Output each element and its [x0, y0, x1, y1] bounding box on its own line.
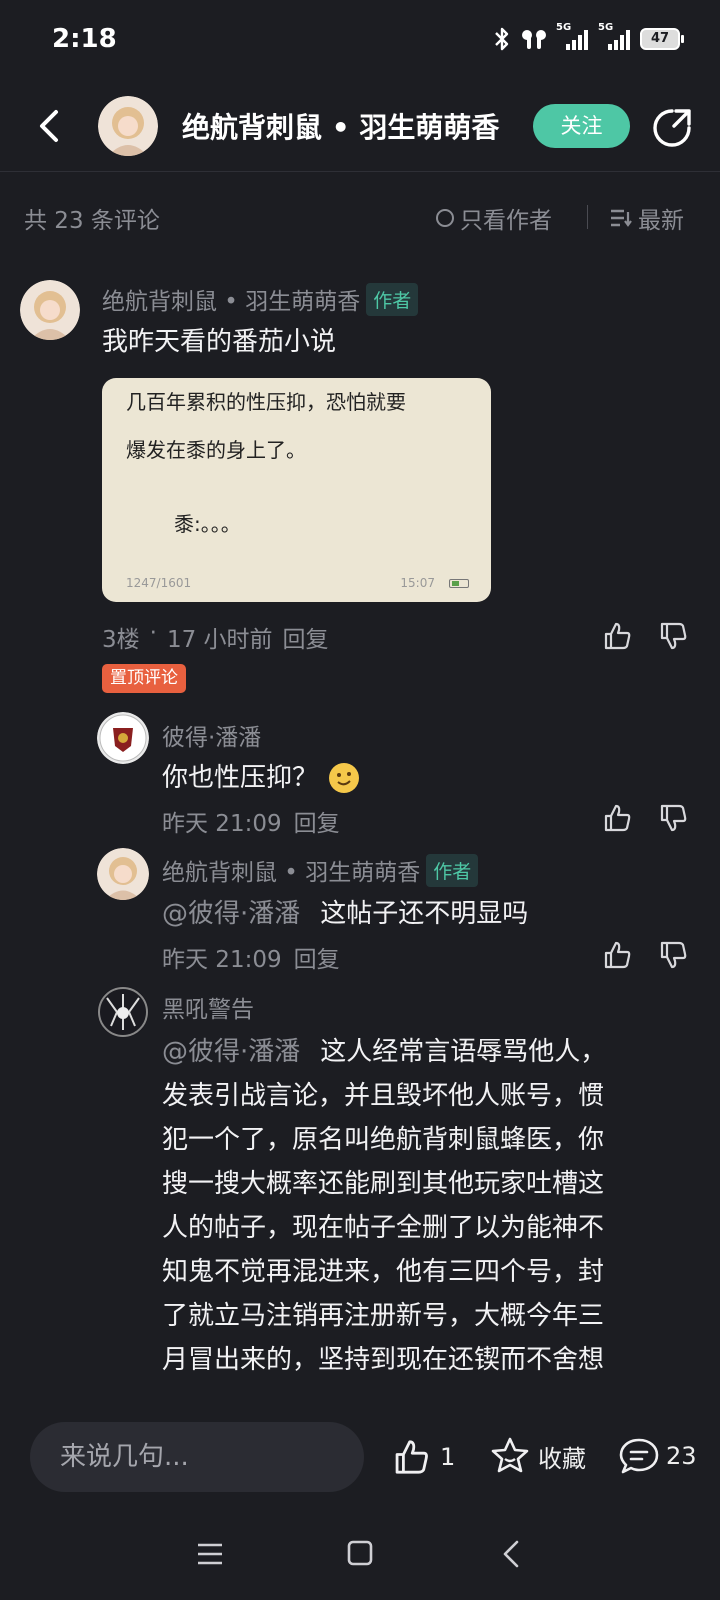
- sort-button[interactable]: 最新: [610, 201, 684, 235]
- follow-button[interactable]: 关注: [533, 104, 630, 148]
- thumbs-down-icon[interactable]: [658, 940, 688, 970]
- image-text-line: 黍:。。。: [174, 512, 241, 536]
- image-page-number: 1247/1601: [126, 576, 192, 590]
- reply-author[interactable]: 彼得·潘潘: [162, 718, 261, 752]
- reply-text-row: 你也性压抑？: [162, 756, 360, 800]
- cell-signal-1: 5G: [556, 22, 590, 52]
- avatar[interactable]: [97, 712, 149, 764]
- reply-text-line: 月冒出来的，坚持到现在还锲而不舍想: [162, 1345, 605, 1375]
- cell-signal-2: 5G: [598, 22, 632, 52]
- avatar[interactable]: [97, 986, 149, 1038]
- filter-divider: [587, 205, 588, 229]
- comment-text: 我昨天看的番茄小说: [102, 327, 337, 357]
- comment-header: 绝航背刺鼠 • 羽生萌萌香 作者: [102, 282, 419, 316]
- page-title: 绝航背刺鼠 • 羽生萌萌香: [182, 111, 500, 144]
- favorite-button[interactable]: 收藏: [490, 1436, 586, 1476]
- battery-icon: 47: [640, 28, 684, 50]
- pinned-badge: 置顶评论: [102, 664, 186, 693]
- meta-dot: ·: [149, 620, 157, 646]
- home-square-icon[interactable]: [346, 1539, 374, 1567]
- reply-text-line: 发表引战言论，并且毁坏他人账号，惯: [162, 1081, 605, 1111]
- earbuds-icon: [522, 30, 546, 49]
- comment-input[interactable]: 来说几句...: [30, 1422, 364, 1492]
- image-text-line: 几百年累积的性压抑，恐怕就要: [126, 390, 406, 414]
- reply-time: 昨天 21:09: [162, 947, 282, 973]
- sort-label: 最新: [638, 208, 684, 234]
- comment-author[interactable]: 绝航背刺鼠 • 羽生萌萌香: [102, 282, 360, 316]
- share-icon[interactable]: [650, 106, 694, 150]
- back-arrow-icon[interactable]: [30, 104, 70, 148]
- only-author-toggle[interactable]: 只看作者: [436, 201, 552, 235]
- reply-author[interactable]: 黑吼警告: [162, 990, 254, 1024]
- reply-text-line: 这人经常言语辱骂他人，: [320, 1037, 607, 1067]
- status-icons: 5G 5G 47: [492, 22, 684, 52]
- avatar[interactable]: [98, 96, 158, 156]
- mention-link[interactable]: @彼得·潘潘: [162, 892, 300, 936]
- thumbs-down-icon[interactable]: [658, 803, 688, 833]
- reply-text: 这帖子还不明显吗: [320, 899, 529, 929]
- bluetooth-icon: [495, 27, 509, 51]
- like-button[interactable]: 1: [392, 1438, 455, 1476]
- favorite-label: 收藏: [538, 1444, 586, 1473]
- reply-text-row: @彼得·潘潘 这帖子还不明显吗: [162, 892, 528, 936]
- thumbs-down-icon[interactable]: [658, 621, 688, 651]
- author-badge: 作者: [366, 282, 419, 316]
- reply-meta: 昨天 21:09 回复: [162, 940, 340, 974]
- smile-emoji-icon: [329, 763, 360, 793]
- like-count: 1: [440, 1443, 456, 1471]
- image-battery-icon: [449, 579, 469, 588]
- reply-button[interactable]: 回复: [294, 940, 340, 974]
- author-badge: 作者: [426, 853, 479, 887]
- reply-text-line: 人的帖子，现在帖子全删了以为能神不: [162, 1213, 605, 1243]
- comment-count: 23: [666, 1442, 697, 1470]
- nav-back-icon[interactable]: [500, 1538, 522, 1570]
- thumbs-up-icon: [395, 1440, 428, 1474]
- menu-icon[interactable]: [196, 1540, 224, 1568]
- reply-text: 你也性压抑？: [162, 763, 319, 793]
- image-clock: 15:07: [400, 576, 435, 590]
- comment-bubble-icon: [619, 1438, 659, 1474]
- floor-number: 3楼: [102, 627, 140, 653]
- reply-text-line: 知鬼不觉再混进来，他有三四个号，封: [162, 1257, 605, 1287]
- reply-button[interactable]: 回复: [294, 804, 340, 838]
- comment-meta: 3楼 · 17 小时前 回复: [102, 620, 329, 654]
- signal-bars-icon: [566, 30, 588, 50]
- avatar[interactable]: [20, 280, 80, 340]
- reply-text-row: @彼得·潘潘 这人经常言语辱骂他人，: [162, 1030, 692, 1074]
- reply-text-line: 犯一个了，原名叫绝航背刺鼠蜂医，你: [162, 1125, 605, 1155]
- reply-meta: 昨天 21:09 回复: [162, 804, 340, 838]
- sort-icon: [611, 209, 632, 227]
- star-icon: [491, 1437, 529, 1473]
- comments-button[interactable]: 23: [618, 1436, 697, 1476]
- radio-circle-icon: [436, 209, 454, 227]
- thumbs-up-icon[interactable]: [602, 621, 632, 651]
- thumbs-up-icon[interactable]: [602, 940, 632, 970]
- signal-bars-icon: [608, 30, 630, 50]
- image-text-line: 爆发在黍的身上了。: [126, 438, 306, 462]
- mention-link[interactable]: @彼得·潘潘: [162, 1030, 300, 1074]
- reply-text-line: 了就立马注销再注册新号，大概今年三: [162, 1301, 605, 1331]
- header-divider: [0, 171, 720, 172]
- reply-author[interactable]: 绝航背刺鼠 • 羽生萌萌香: [162, 853, 420, 887]
- only-author-label: 只看作者: [460, 208, 552, 234]
- status-time: 2:18: [52, 24, 117, 54]
- avatar[interactable]: [97, 848, 149, 900]
- comment-time: 17 小时前: [166, 627, 273, 653]
- comment-count-label: 共 23 条评论: [24, 208, 160, 234]
- reply-button[interactable]: 回复: [283, 620, 329, 654]
- comment-image[interactable]: 几百年累积的性压抑，恐怕就要 爆发在黍的身上了。 黍:。。。 1247/1601…: [102, 378, 491, 602]
- reply-text-line: 搜一搜大概率还能刷到其他玩家吐槽这: [162, 1169, 605, 1199]
- reply-time: 昨天 21:09: [162, 811, 282, 837]
- thumbs-up-icon[interactable]: [602, 803, 632, 833]
- reply-header: 绝航背刺鼠 • 羽生萌萌香 作者: [162, 853, 479, 887]
- battery-level: 47: [650, 31, 670, 46]
- reply-text-block: @彼得·潘潘 这人经常言语辱骂他人， 发表引战言论，并且毁坏他人账号，惯 犯一个…: [162, 1030, 692, 1382]
